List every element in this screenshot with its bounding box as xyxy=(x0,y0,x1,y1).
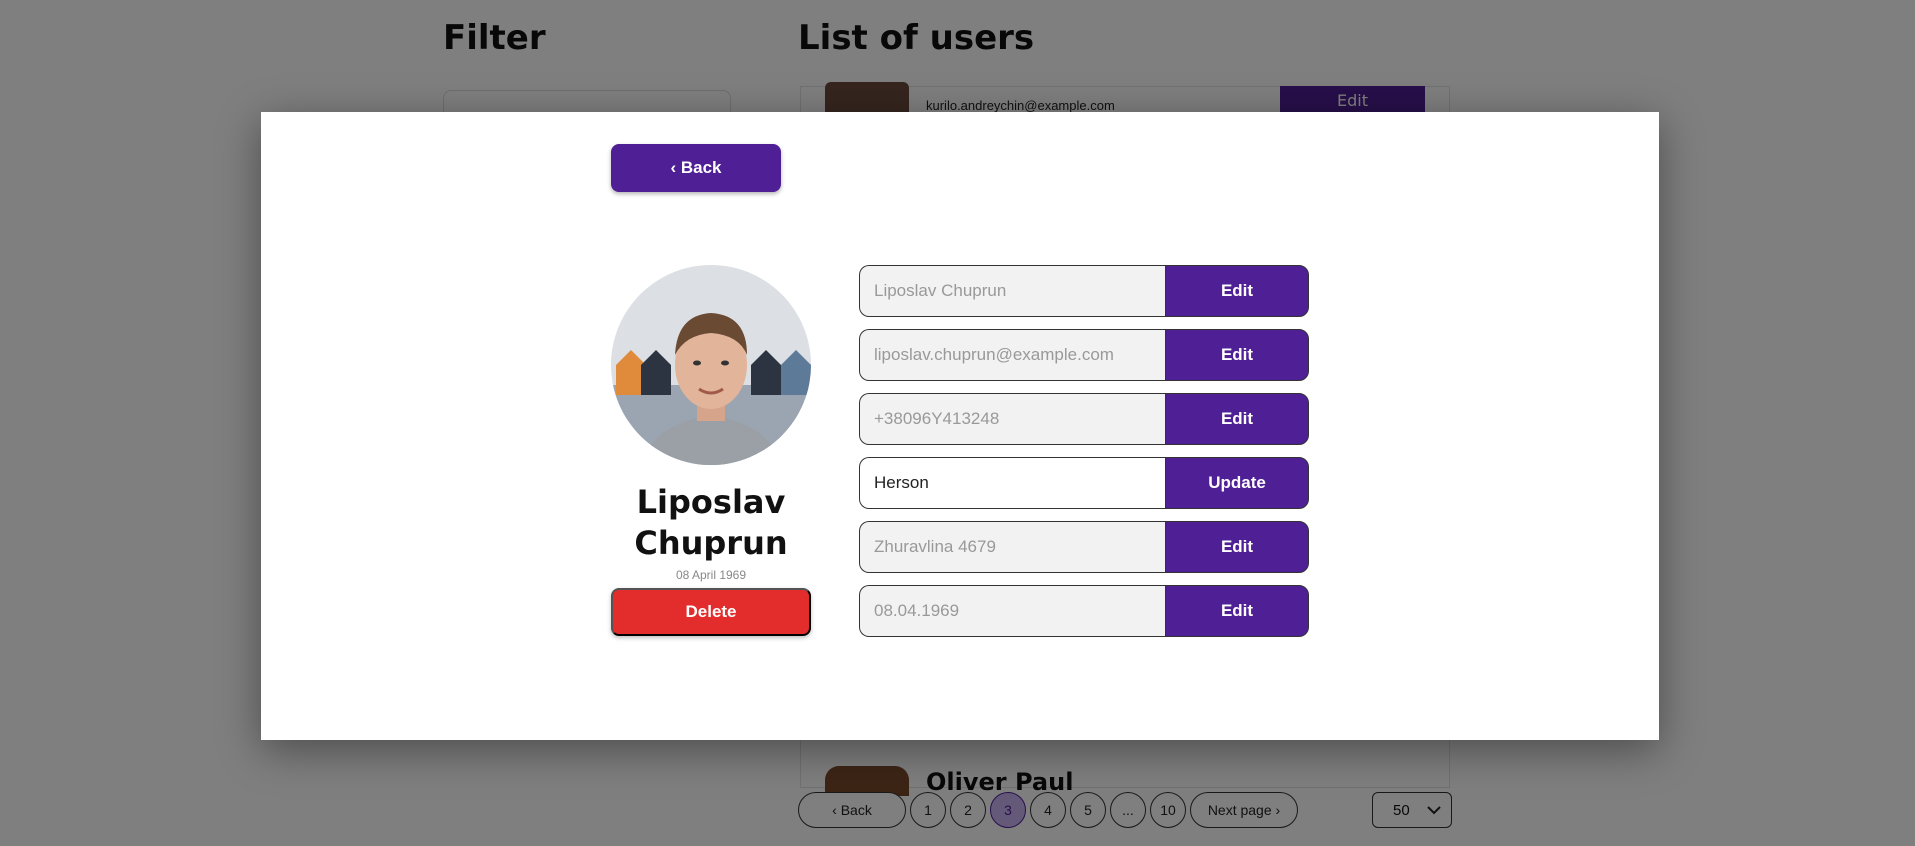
update-city-button[interactable]: Update xyxy=(1165,457,1309,509)
edit-birthdate-button[interactable]: Edit xyxy=(1165,585,1309,637)
city-input[interactable]: Herson xyxy=(859,457,1165,509)
birthdate-field-row: 08.04.1969 Edit xyxy=(859,585,1309,637)
back-button-label: ‹ Back xyxy=(670,158,722,177)
email-input[interactable]: liposlav.chuprun@example.com xyxy=(859,329,1165,381)
user-photo xyxy=(611,265,811,465)
edit-address-button[interactable]: Edit xyxy=(1165,521,1309,573)
phone-input[interactable]: +38096Y413248 xyxy=(859,393,1165,445)
back-button[interactable]: ‹ Back xyxy=(611,144,781,192)
user-birth-date: 08 April 1969 xyxy=(675,568,747,582)
address-field-row: Zhuravlina 4679 Edit xyxy=(859,521,1309,573)
phone-field-row: +38096Y413248 Edit xyxy=(859,393,1309,445)
name-field-row: Liposlav Chuprun Edit xyxy=(859,265,1309,317)
user-last-name: Chuprun xyxy=(634,524,788,562)
birthdate-input[interactable]: 08.04.1969 xyxy=(859,585,1165,637)
edit-email-button[interactable]: Edit xyxy=(1165,329,1309,381)
user-avatar xyxy=(611,265,811,465)
delete-user-button[interactable]: Delete xyxy=(611,588,811,636)
edit-phone-button[interactable]: Edit xyxy=(1165,393,1309,445)
city-field-row: Herson Update xyxy=(859,457,1309,509)
delete-button-label: Delete xyxy=(685,602,737,621)
edit-name-button[interactable]: Edit xyxy=(1165,265,1309,317)
user-name: Liposlav Chuprun xyxy=(611,482,811,564)
address-input[interactable]: Zhuravlina 4679 xyxy=(859,521,1165,573)
name-input[interactable]: Liposlav Chuprun xyxy=(859,265,1165,317)
user-first-name: Liposlav xyxy=(636,483,786,521)
email-field-row: liposlav.chuprun@example.com Edit xyxy=(859,329,1309,381)
